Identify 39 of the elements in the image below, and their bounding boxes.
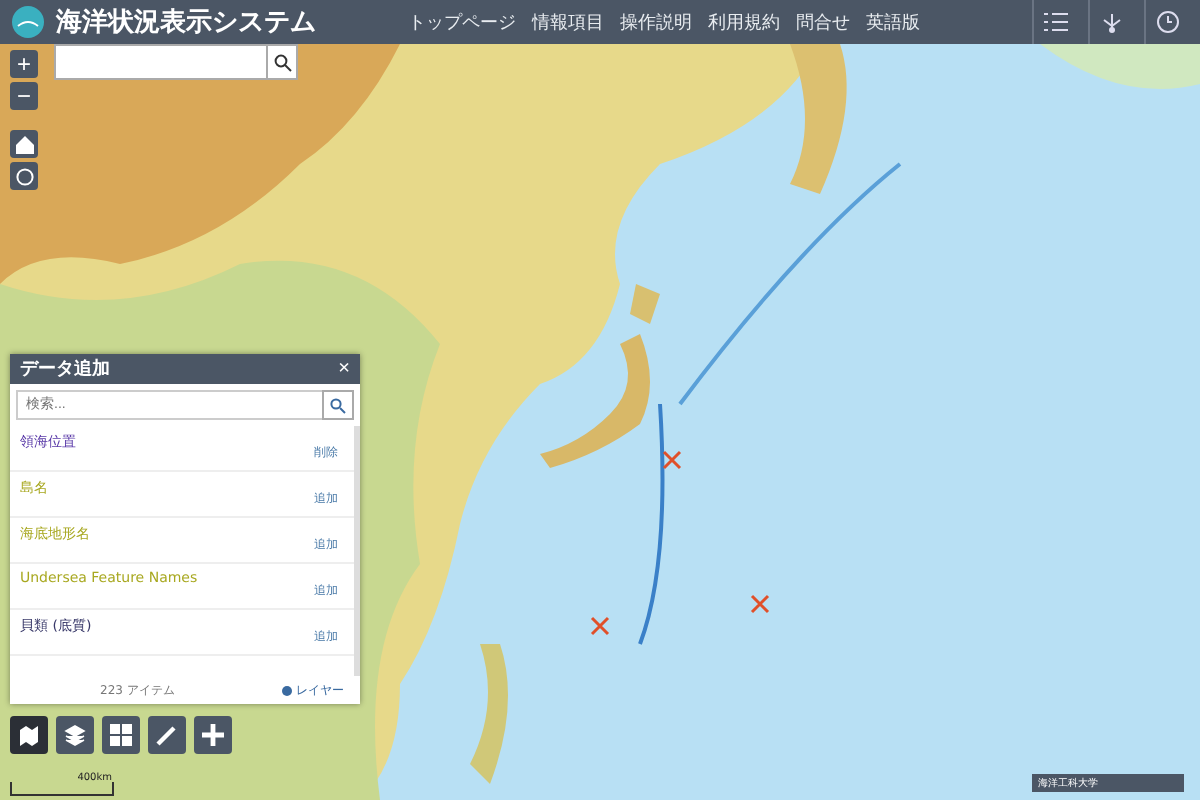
- home-icon: [15, 135, 33, 153]
- nav-link[interactable]: 英語版: [866, 9, 920, 35]
- layers-icon: [64, 724, 86, 746]
- zoom-out-button[interactable]: −: [10, 82, 38, 110]
- clock-icon: [1155, 10, 1179, 34]
- draw-button[interactable]: [148, 716, 186, 754]
- search-icon: [330, 397, 346, 413]
- close-button[interactable]: ×: [338, 359, 350, 379]
- circle-icon: [15, 167, 33, 185]
- nav-link[interactable]: 情報項目: [532, 9, 604, 35]
- pencil-icon: [156, 724, 178, 746]
- panel-title: データ追加: [20, 356, 110, 382]
- layers-button[interactable]: [56, 716, 94, 754]
- search-button[interactable]: [266, 44, 298, 80]
- list-icon: [1043, 12, 1067, 32]
- logo-icon: [12, 6, 44, 38]
- nav-link[interactable]: トップページ: [408, 9, 516, 35]
- grid-button[interactable]: [102, 716, 140, 754]
- grid-icon: [110, 724, 132, 746]
- add-button[interactable]: [194, 716, 232, 754]
- search-icon: [273, 53, 291, 71]
- nav-link[interactable]: 利用規約: [708, 9, 780, 35]
- island-drawing: [630, 284, 660, 324]
- cross-marker-icon: [750, 594, 770, 614]
- plus-icon: [202, 724, 224, 746]
- network-icon: [1099, 10, 1123, 34]
- cross-marker-icon: [662, 450, 682, 470]
- home-button[interactable]: [10, 130, 38, 158]
- app-title: 海洋状況表示システム: [56, 6, 316, 40]
- locate-button[interactable]: [10, 162, 38, 190]
- map-search-field[interactable]: [54, 44, 266, 80]
- search-button[interactable]: [322, 390, 354, 420]
- zoom-in-button[interactable]: +: [10, 50, 38, 78]
- cross-marker-icon: [590, 616, 610, 636]
- nav-link[interactable]: 問合せ: [796, 9, 850, 35]
- nav-link[interactable]: 操作説明: [620, 9, 692, 35]
- basemap-button[interactable]: [10, 716, 48, 754]
- layer-icon: [282, 685, 292, 695]
- map-icon: [18, 724, 40, 746]
